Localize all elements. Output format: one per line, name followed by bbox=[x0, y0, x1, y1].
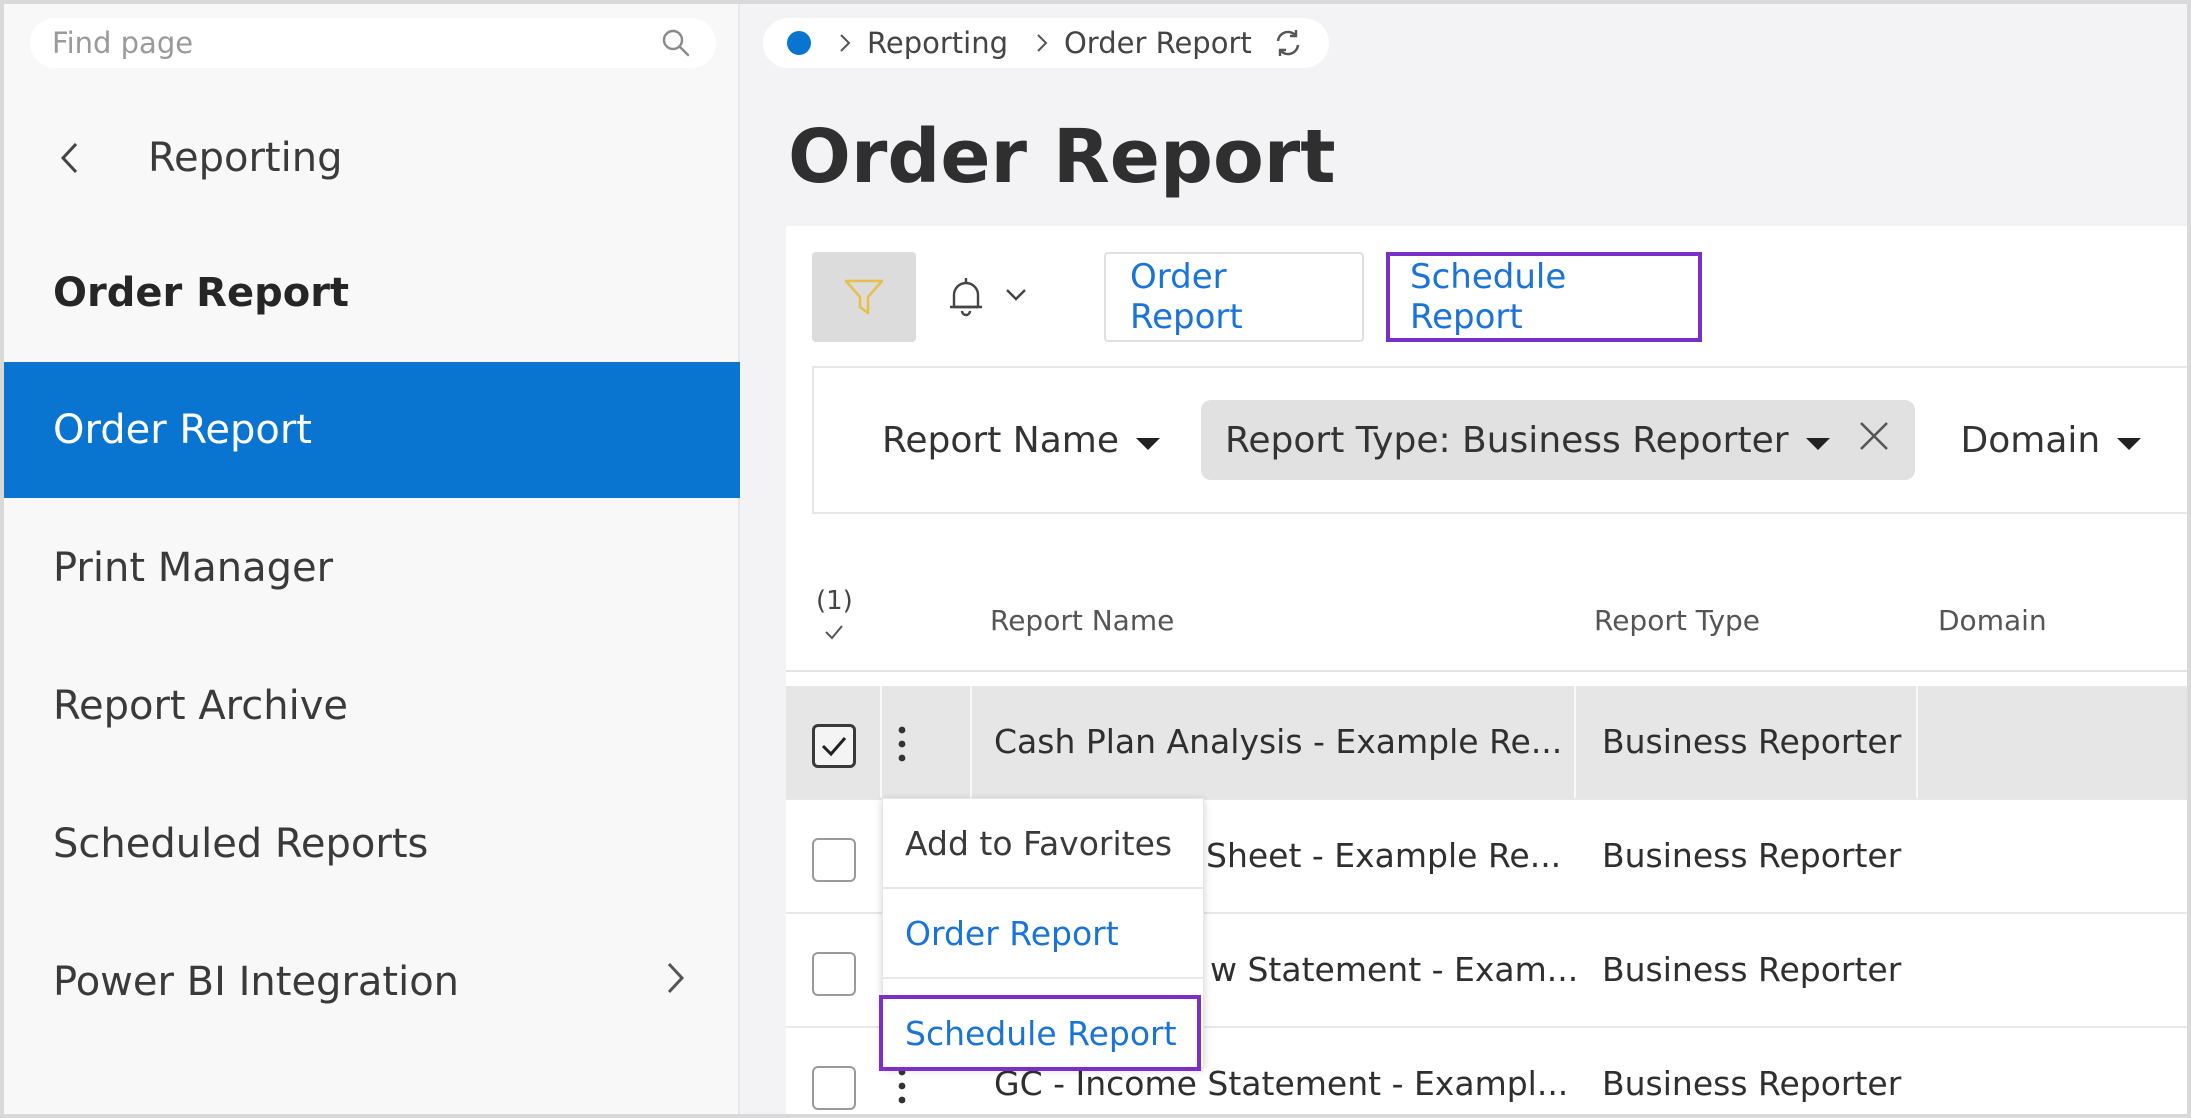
toolbar: Order Report Schedule Report bbox=[786, 226, 2187, 354]
caret-down-icon[interactable] bbox=[1805, 420, 1831, 461]
sidebar-item-label: Order Report bbox=[53, 407, 312, 453]
cell-report-type: Business Reporter bbox=[1602, 722, 1902, 761]
sidebar-item-order-report[interactable]: Order Report bbox=[4, 362, 740, 498]
cell-report-type: Business Reporter bbox=[1602, 950, 1902, 989]
row-checkbox[interactable] bbox=[812, 1066, 856, 1110]
caret-down-icon bbox=[2116, 420, 2142, 461]
page-title: Order Report bbox=[788, 114, 1336, 200]
find-page-input[interactable] bbox=[52, 26, 658, 60]
sidebar-item-label: Power BI Integration bbox=[53, 959, 460, 1005]
selected-count: (1) bbox=[816, 586, 853, 648]
order-report-button[interactable]: Order Report bbox=[1104, 252, 1364, 342]
table-header: (1) Report Name Report Type Domain bbox=[786, 578, 2187, 672]
sidebar-item-print-manager[interactable]: Print Manager bbox=[4, 500, 740, 636]
close-icon[interactable] bbox=[1857, 419, 1891, 462]
column-report-name[interactable]: Report Name bbox=[990, 604, 1174, 637]
row-checkbox[interactable] bbox=[812, 838, 856, 882]
sidebar-item-power-bi[interactable]: Power BI Integration bbox=[4, 914, 740, 1050]
chevron-left-icon bbox=[58, 138, 88, 178]
back-label: Reporting bbox=[148, 135, 343, 181]
sidebar-section-title: Order Report bbox=[53, 270, 350, 316]
row-checkbox[interactable] bbox=[812, 724, 856, 768]
search-icon[interactable] bbox=[658, 25, 694, 61]
check-icon bbox=[816, 618, 852, 648]
breadcrumb: Reporting Order Report bbox=[763, 18, 1329, 68]
breadcrumb-order-report: Order Report bbox=[1063, 26, 1252, 60]
refresh-icon[interactable] bbox=[1271, 26, 1305, 60]
menu-item-schedule-report[interactable]: Schedule Report bbox=[879, 995, 1201, 1071]
check-icon bbox=[821, 737, 847, 757]
filter-label: Report Name bbox=[882, 419, 1119, 461]
bell-icon bbox=[950, 278, 982, 317]
chevron-right-icon bbox=[839, 26, 851, 60]
column-report-type[interactable]: Report Type bbox=[1594, 604, 1760, 637]
sidebar-item-label: Print Manager bbox=[53, 545, 334, 591]
filter-chip-label: Report Type: Business Reporter bbox=[1225, 419, 1789, 461]
filter-icon bbox=[844, 279, 884, 315]
home-icon[interactable] bbox=[787, 31, 811, 55]
column-domain[interactable]: Domain bbox=[1938, 604, 2047, 637]
cell-report-name: Cash Plan Analysis - Example Re... bbox=[994, 722, 1563, 761]
menu-item-add-to-favorites[interactable]: Add to Favorites bbox=[883, 799, 1203, 889]
sidebar-item-scheduled-reports[interactable]: Scheduled Reports bbox=[4, 776, 740, 912]
sidebar-item-report-archive[interactable]: Report Archive bbox=[4, 638, 740, 774]
chevron-right-icon bbox=[666, 959, 686, 1005]
more-vertical-icon[interactable] bbox=[892, 722, 912, 766]
filter-label: Domain bbox=[1960, 419, 2101, 461]
chevron-right-icon bbox=[1036, 26, 1048, 60]
chevron-down-icon bbox=[1004, 287, 1028, 307]
table-row[interactable]: Cash Plan Analysis - Example Re... Busin… bbox=[786, 686, 2187, 800]
sidebar-item-label: Scheduled Reports bbox=[53, 821, 429, 867]
notifications-button[interactable] bbox=[946, 262, 1028, 332]
menu-item-order-report[interactable]: Order Report bbox=[883, 889, 1203, 979]
filter-domain[interactable]: Domain bbox=[1961, 420, 2143, 461]
back-to-reporting[interactable]: Reporting bbox=[58, 128, 342, 188]
filter-report-name[interactable]: Report Name bbox=[882, 420, 1161, 461]
find-page-box bbox=[30, 18, 716, 68]
cell-report-type: Business Reporter bbox=[1602, 1064, 1902, 1103]
schedule-report-button[interactable]: Schedule Report bbox=[1386, 252, 1702, 342]
sidebar: Reporting Order Report Order Report Prin… bbox=[4, 4, 740, 1114]
selected-count-label: (1) bbox=[816, 586, 853, 616]
breadcrumb-reporting[interactable]: Reporting bbox=[867, 26, 1008, 60]
row-checkbox[interactable] bbox=[812, 952, 856, 996]
cell-report-name: w Statement - Exam... bbox=[1210, 950, 1579, 989]
caret-down-icon bbox=[1135, 420, 1161, 461]
sidebar-item-label: Report Archive bbox=[53, 683, 348, 729]
filter-report-type-chip[interactable]: Report Type: Business Reporter bbox=[1201, 400, 1915, 480]
cell-report-type: Business Reporter bbox=[1602, 836, 1902, 875]
filter-bar: Report Name Report Type: Business Report… bbox=[812, 366, 2187, 514]
row-context-menu: Add to Favorites Order Report Schedule R… bbox=[879, 798, 1204, 1071]
cell-report-name: Sheet - Example Re... bbox=[1206, 836, 1562, 875]
app-window: Reporting Order Report Order Report Prin… bbox=[4, 4, 2187, 1114]
filter-button[interactable] bbox=[812, 252, 916, 342]
